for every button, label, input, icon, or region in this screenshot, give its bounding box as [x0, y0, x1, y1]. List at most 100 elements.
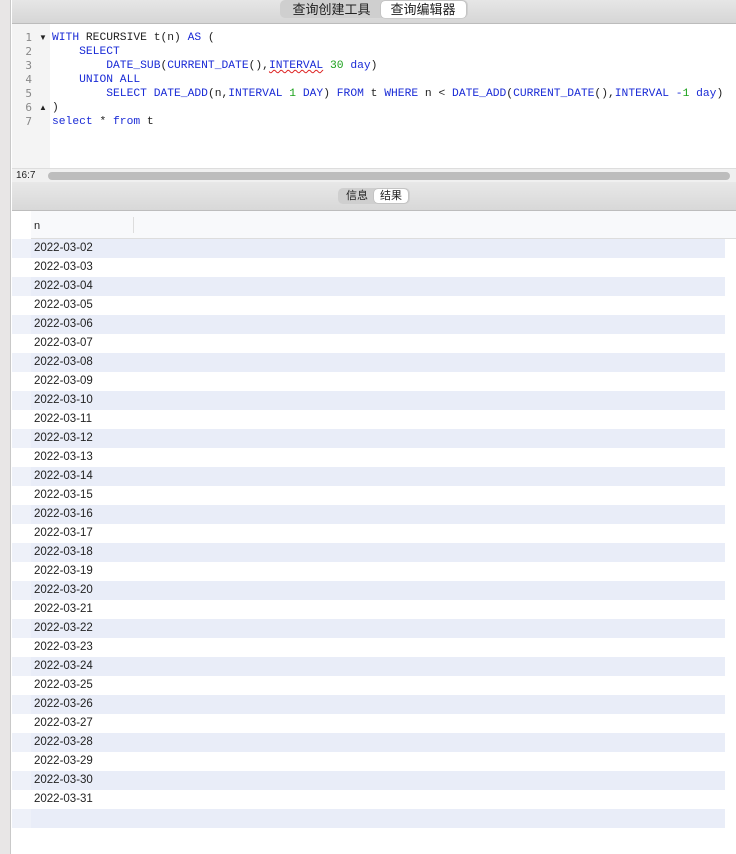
row-header[interactable]: [12, 600, 31, 619]
cell-n[interactable]: 2022-03-29: [31, 752, 725, 771]
row-header[interactable]: [12, 467, 31, 486]
column-divider[interactable]: [133, 217, 134, 233]
cell-n[interactable]: 2022-03-31: [31, 790, 725, 809]
table-row[interactable]: 2022-03-17: [12, 524, 736, 543]
table-row[interactable]: 2022-03-28: [12, 733, 736, 752]
cell-n[interactable]: 2022-03-23: [31, 638, 725, 657]
cell-n[interactable]: 2022-03-10: [31, 391, 725, 410]
cell-n[interactable]: 2022-03-09: [31, 372, 725, 391]
table-row[interactable]: 2022-03-19: [12, 562, 736, 581]
row-header[interactable]: [12, 486, 31, 505]
cell-n[interactable]: 2022-03-14: [31, 467, 725, 486]
row-header[interactable]: [12, 296, 31, 315]
table-row[interactable]: 2022-03-26: [12, 695, 736, 714]
row-header[interactable]: [12, 543, 31, 562]
cell-n[interactable]: 2022-03-28: [31, 733, 725, 752]
cell-n[interactable]: 2022-03-12: [31, 429, 725, 448]
table-row[interactable]: 2022-03-04: [12, 277, 736, 296]
row-header[interactable]: [12, 619, 31, 638]
cell-n[interactable]: 2022-03-11: [31, 410, 725, 429]
row-header[interactable]: [12, 353, 31, 372]
cell-n[interactable]: 2022-03-17: [31, 524, 725, 543]
table-row[interactable]: 2022-03-18: [12, 543, 736, 562]
cell-n[interactable]: 2022-03-15: [31, 486, 725, 505]
table-row[interactable]: 2022-03-12: [12, 429, 736, 448]
cell-n[interactable]: 2022-03-27: [31, 714, 725, 733]
cell-n[interactable]: 2022-03-22: [31, 619, 725, 638]
table-row[interactable]: 2022-03-10: [12, 391, 736, 410]
row-header[interactable]: [12, 505, 31, 524]
row-header[interactable]: [12, 334, 31, 353]
table-row[interactable]: 2022-03-16: [12, 505, 736, 524]
row-header[interactable]: [12, 657, 31, 676]
row-header[interactable]: [12, 714, 31, 733]
row-header[interactable]: [12, 733, 31, 752]
row-header[interactable]: [12, 372, 31, 391]
row-header[interactable]: [12, 524, 31, 543]
table-row[interactable]: 2022-03-25: [12, 676, 736, 695]
row-header[interactable]: [12, 790, 31, 809]
row-header[interactable]: [12, 581, 31, 600]
row-header[interactable]: [12, 448, 31, 467]
table-row[interactable]: 2022-03-23: [12, 638, 736, 657]
table-row[interactable]: 2022-03-27: [12, 714, 736, 733]
table-row[interactable]: 2022-03-06: [12, 315, 736, 334]
row-header[interactable]: [12, 695, 31, 714]
cell-n[interactable]: 2022-03-30: [31, 771, 725, 790]
row-header[interactable]: [12, 410, 31, 429]
row-header[interactable]: [12, 277, 31, 296]
cell-n[interactable]: [31, 828, 725, 847]
cell-n[interactable]: 2022-03-19: [31, 562, 725, 581]
table-row[interactable]: [12, 809, 736, 828]
cell-n[interactable]: 2022-03-20: [31, 581, 725, 600]
table-row[interactable]: [12, 828, 736, 847]
table-row[interactable]: 2022-03-07: [12, 334, 736, 353]
cell-n[interactable]: 2022-03-18: [31, 543, 725, 562]
table-row[interactable]: 2022-03-13: [12, 448, 736, 467]
cell-n[interactable]: 2022-03-06: [31, 315, 725, 334]
row-header[interactable]: [12, 315, 31, 334]
cell-n[interactable]: 2022-03-05: [31, 296, 725, 315]
table-row[interactable]: 2022-03-20: [12, 581, 736, 600]
cell-n[interactable]: 2022-03-26: [31, 695, 725, 714]
cell-n[interactable]: 2022-03-13: [31, 448, 725, 467]
row-header[interactable]: [12, 828, 31, 847]
cell-n[interactable]: 2022-03-04: [31, 277, 725, 296]
row-header[interactable]: [12, 562, 31, 581]
table-row[interactable]: 2022-03-11: [12, 410, 736, 429]
table-row[interactable]: 2022-03-22: [12, 619, 736, 638]
cell-n[interactable]: 2022-03-21: [31, 600, 725, 619]
table-row[interactable]: 2022-03-02: [12, 239, 736, 258]
cell-n[interactable]: 2022-03-07: [31, 334, 725, 353]
row-header[interactable]: [12, 429, 31, 448]
horizontal-scrollbar[interactable]: [48, 172, 730, 180]
table-row[interactable]: 2022-03-24: [12, 657, 736, 676]
row-header[interactable]: [12, 391, 31, 410]
table-row[interactable]: 2022-03-30: [12, 771, 736, 790]
table-row[interactable]: 2022-03-15: [12, 486, 736, 505]
cell-n[interactable]: 2022-03-16: [31, 505, 725, 524]
cell-n[interactable]: 2022-03-08: [31, 353, 725, 372]
column-header-n[interactable]: n: [34, 220, 40, 232]
table-row[interactable]: 2022-03-08: [12, 353, 736, 372]
table-row[interactable]: 2022-03-14: [12, 467, 736, 486]
table-row[interactable]: 2022-03-21: [12, 600, 736, 619]
cell-n[interactable]: 2022-03-24: [31, 657, 725, 676]
cell-n[interactable]: 2022-03-03: [31, 258, 725, 277]
fold-end-icon[interactable]: ▲: [39, 101, 47, 115]
row-header[interactable]: [12, 752, 31, 771]
table-row[interactable]: 2022-03-29: [12, 752, 736, 771]
table-row[interactable]: 2022-03-31: [12, 790, 736, 809]
cell-n[interactable]: 2022-03-25: [31, 676, 725, 695]
row-header[interactable]: [12, 258, 31, 277]
table-row[interactable]: 2022-03-09: [12, 372, 736, 391]
row-header[interactable]: [12, 676, 31, 695]
tab-info[interactable]: 信息: [340, 189, 374, 203]
cell-n[interactable]: [31, 809, 725, 828]
row-header[interactable]: [12, 809, 31, 828]
row-header[interactable]: [12, 638, 31, 657]
row-header[interactable]: [12, 239, 31, 258]
fold-collapse-icon[interactable]: ▼: [39, 31, 47, 45]
tab-query-builder[interactable]: 查询创建工具: [282, 1, 380, 18]
cell-n[interactable]: 2022-03-02: [31, 239, 725, 258]
